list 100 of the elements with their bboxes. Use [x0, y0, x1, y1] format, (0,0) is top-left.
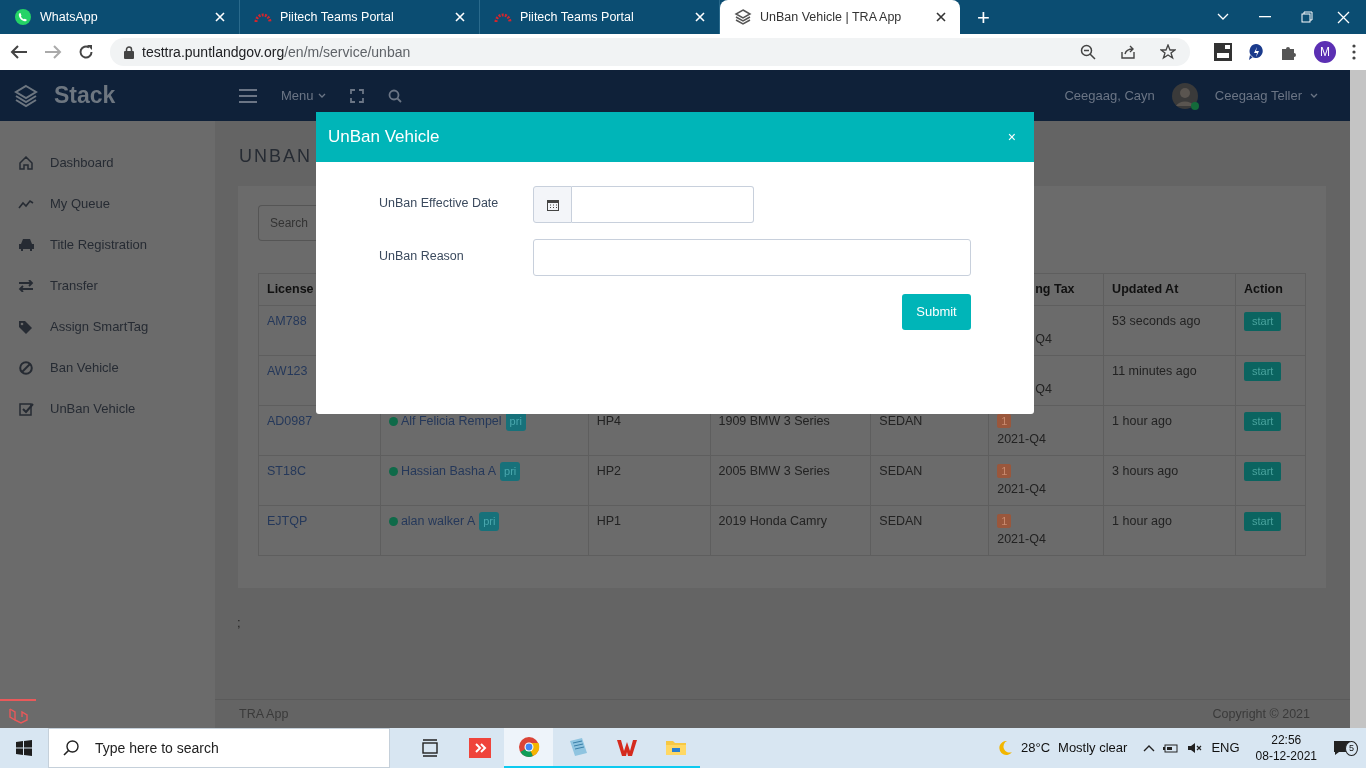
restore-icon[interactable]	[1301, 11, 1313, 23]
table-cell: SEDAN	[870, 505, 989, 556]
start-button[interactable]: start	[1244, 462, 1282, 481]
table-cell: 1 hour ago	[1103, 405, 1236, 456]
new-tab-button[interactable]: +	[976, 6, 991, 30]
clock-date[interactable]: 08-12-2021	[1255, 748, 1317, 764]
search-icon	[63, 740, 79, 756]
sidebar-item[interactable]: UnBan Vehicle	[0, 388, 215, 429]
close-button[interactable]: ×	[1001, 125, 1022, 149]
owner-link[interactable]: Alf Felicia Rempel	[400, 412, 502, 431]
profile-avatar[interactable]: M	[1314, 41, 1336, 63]
chart-line-icon	[18, 198, 34, 209]
column-header: Updated At	[1103, 273, 1236, 306]
address-bar[interactable]: testtra.puntlandgov.org/en/m/service/unban	[110, 38, 1190, 66]
checkbox-icon	[18, 401, 34, 416]
arc-icon	[494, 11, 512, 23]
table-cell: 3 hours ago	[1103, 455, 1236, 506]
more-icon[interactable]	[1352, 44, 1356, 60]
sidebar-item[interactable]: Assign SmartTag	[0, 306, 215, 347]
tax-period: Q4	[1035, 331, 1053, 348]
license-link[interactable]: AM788	[267, 314, 307, 328]
field-label: UnBan Reason	[379, 248, 465, 265]
license-link[interactable]: EJTQP	[267, 514, 308, 528]
table-cell: 2019 Honda Camry	[710, 505, 871, 556]
layers-icon	[734, 8, 752, 26]
whatsapp-icon	[14, 8, 32, 26]
note-text: ;	[237, 615, 241, 630]
table-cell: HP1	[588, 505, 710, 556]
search-icon[interactable]	[387, 88, 402, 103]
logo-icon	[14, 83, 38, 108]
sidebar-item[interactable]: Title Registration	[0, 224, 215, 265]
date-field[interactable]	[572, 186, 754, 223]
table-cell: SEDAN	[870, 455, 989, 506]
table-cell: 53 seconds ago	[1103, 305, 1236, 356]
browser-tab[interactable]: UnBan Vehicle | TRA App	[720, 0, 960, 34]
table-cell: HP2	[588, 455, 710, 506]
submit-button[interactable]: Submit	[902, 294, 971, 330]
column-header: Action	[1235, 273, 1306, 306]
start-button[interactable]: start	[1244, 312, 1282, 331]
chevron-up-icon[interactable]	[1143, 744, 1156, 752]
calendar-button[interactable]	[533, 186, 572, 223]
scrollbar[interactable]	[1350, 70, 1366, 728]
star-icon[interactable]	[1160, 44, 1176, 60]
battery-icon[interactable]	[1163, 742, 1180, 754]
car-icon	[17, 237, 35, 252]
sidebar-item[interactable]: Transfer	[0, 265, 215, 306]
caret-icon	[1310, 93, 1318, 98]
sidebar-item[interactable]: Dashboard	[0, 142, 215, 183]
start-button[interactable]: start	[1244, 512, 1282, 531]
user-dropdown[interactable]: Ceegaag Teller	[1214, 85, 1318, 106]
url-text: testtra.puntlandgov.org/en/m/service/unban	[142, 42, 411, 62]
tax-period: 2021-Q4	[997, 531, 1047, 548]
field-label: UnBan Effective Date	[379, 195, 500, 212]
start-button[interactable]: start	[1244, 412, 1282, 431]
clock-time[interactable]: 22:56	[1271, 732, 1302, 748]
sidebar-item[interactable]: Ban Vehicle	[0, 347, 215, 388]
menu-dropdown[interactable]: Menu	[281, 85, 326, 106]
owner-link[interactable]: Hassian Basha A	[400, 462, 497, 481]
sidebar-item[interactable]: My Queue	[0, 183, 215, 224]
brand-name: Stack	[54, 81, 116, 111]
bolt-extension-icon[interactable]	[1248, 43, 1264, 61]
tax-period: 2021-Q4	[997, 431, 1047, 448]
owner-link[interactable]: alan walker A	[400, 512, 476, 531]
reload-icon[interactable]	[78, 44, 94, 60]
user-avatar	[1170, 81, 1199, 110]
search-field[interactable]: Search	[258, 205, 316, 241]
fullscreen-icon[interactable]	[349, 88, 364, 103]
license-link[interactable]: AW123	[267, 364, 308, 378]
chevron-down-icon[interactable]	[1217, 13, 1229, 21]
zoom-out-icon[interactable]	[1080, 44, 1096, 60]
start-icon[interactable]	[16, 740, 32, 756]
arc-icon	[254, 11, 272, 23]
temperature-text: 28°C	[1021, 739, 1051, 758]
taskbar-search[interactable]: Type here to search	[48, 728, 390, 768]
language-indicator[interactable]: ENG	[1211, 738, 1240, 758]
tags-icon	[18, 319, 34, 334]
tax-period: Q4	[1035, 381, 1053, 398]
caret-icon	[317, 93, 326, 98]
lock-icon	[124, 45, 134, 59]
office-icon[interactable]	[615, 737, 638, 757]
home-icon	[19, 155, 33, 170]
calendar-icon	[546, 198, 559, 211]
anydesk-icon[interactable]	[468, 738, 491, 758]
chrome-icon[interactable]	[517, 737, 540, 757]
share-icon[interactable]	[1120, 44, 1136, 60]
close-icon[interactable]	[936, 12, 946, 22]
mute-icon[interactable]	[1187, 742, 1204, 754]
tax-period: 2021-Q4	[997, 481, 1047, 498]
start-button[interactable]: start	[1244, 362, 1282, 381]
license-link[interactable]: ST18C	[267, 464, 306, 478]
table-cell: 11 minutes ago	[1103, 355, 1236, 406]
page-title: UNBAN	[239, 146, 312, 166]
input-field[interactable]	[533, 239, 971, 276]
swap-icon	[18, 279, 34, 292]
license-link[interactable]: AD0987	[267, 414, 313, 428]
status-dot	[388, 466, 398, 476]
ban-icon	[19, 360, 33, 375]
user-name: Ceegaag, Cayn	[1064, 86, 1155, 105]
back-icon[interactable]	[10, 44, 28, 60]
menu-icon[interactable]	[239, 88, 257, 103]
